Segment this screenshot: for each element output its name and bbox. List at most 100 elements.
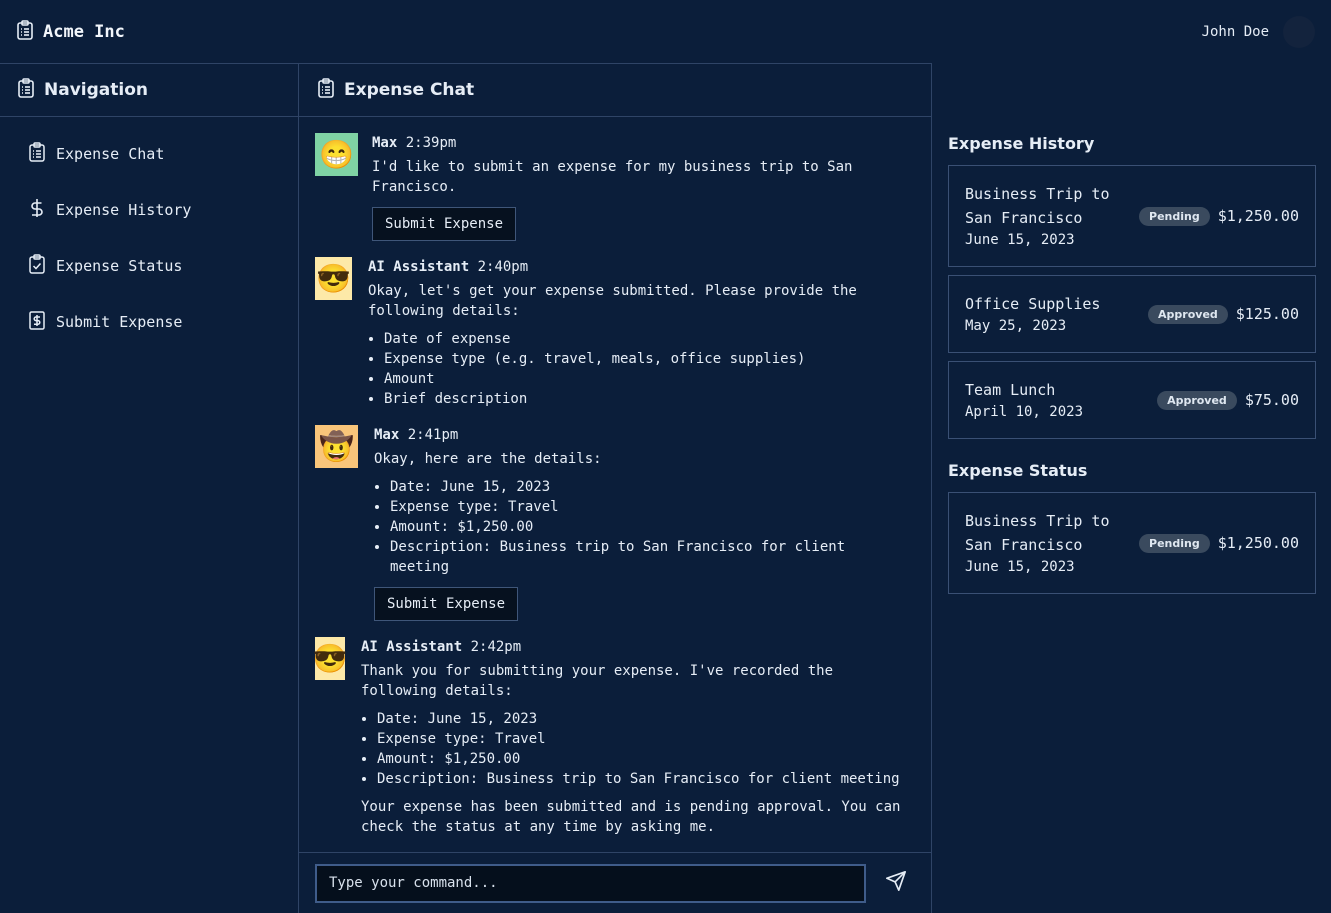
message-body: AI Assistant 2:42pm Thank you for submit… xyxy=(361,637,916,837)
card-info: Business Trip to San Francisco June 15, … xyxy=(965,182,1130,250)
message-list-items: Date: June 15, 2023 Expense type: Travel… xyxy=(377,709,916,789)
expense-card[interactable]: Office Supplies May 25, 2023 Approved $1… xyxy=(948,275,1316,353)
message-author: AI Assistant xyxy=(368,259,470,275)
list-item: Expense type (e.g. travel, meals, office… xyxy=(384,349,915,369)
message-body: Max 2:41pm Okay, here are the details: D… xyxy=(374,425,915,621)
sidebar-item-label: Expense Status xyxy=(56,256,183,275)
list-item: Brief description xyxy=(384,389,915,409)
card-title: Office Supplies xyxy=(965,295,1101,313)
brand-name: Acme Inc xyxy=(43,21,125,42)
expense-card[interactable]: Team Lunch April 10, 2023 Approved $75.0… xyxy=(948,361,1316,439)
sidebar-item-label: Submit Expense xyxy=(56,312,183,331)
sidebar-item-expense-history[interactable]: Expense History xyxy=(0,191,298,228)
message-list-items: Date of expense Expense type (e.g. trave… xyxy=(384,329,915,409)
clipboard-icon xyxy=(28,141,46,166)
expense-status-title: Expense Status xyxy=(948,461,1088,480)
nav-list: Expense Chat Expense History Expense Sta… xyxy=(0,117,298,340)
send-icon xyxy=(885,870,907,896)
card-amount: $1,250.00 xyxy=(1217,207,1299,225)
chat-panel: Expense Chat 😁 Max 2:39pm I'd like to su… xyxy=(299,63,932,913)
card-title: Business Trip to San Francisco xyxy=(965,512,1110,554)
message-time: 2:40pm xyxy=(477,259,529,275)
sidebar-item-label: Expense History xyxy=(56,200,192,219)
send-button[interactable] xyxy=(884,871,908,895)
card-date: May 25, 2023 xyxy=(965,318,1067,334)
top-bar: Acme Inc John Doe xyxy=(0,0,1331,63)
message-meta: Max 2:39pm xyxy=(372,133,915,153)
card-info: Team Lunch April 10, 2023 xyxy=(965,378,1083,422)
submit-expense-button[interactable]: Submit Expense xyxy=(372,207,517,241)
chat-message: 🤠 Max 2:41pm Okay, here are the details:… xyxy=(315,425,915,621)
message-author: Max xyxy=(374,427,400,443)
message-time: 2:41pm xyxy=(407,427,459,443)
expense-card[interactable]: Business Trip to San Francisco June 15, … xyxy=(948,165,1316,267)
card-amount: $75.00 xyxy=(1244,391,1299,409)
assistant-avatar: 😎 xyxy=(313,637,347,680)
chat-header: Expense Chat xyxy=(299,64,931,117)
card-right: Pending $1,250.00 xyxy=(1139,533,1299,553)
brand[interactable]: Acme Inc xyxy=(16,19,125,44)
user-menu[interactable]: John Doe xyxy=(1201,15,1315,48)
sidebar-item-label: Expense Chat xyxy=(56,144,165,163)
message-text: Okay, here are the details: xyxy=(374,451,602,467)
clipboard-icon xyxy=(317,78,335,102)
chat-message: 😁 Max 2:39pm I'd like to submit an expen… xyxy=(315,133,915,241)
dollar-icon xyxy=(28,198,46,222)
message-body: AI Assistant 2:40pm Okay, let's get your… xyxy=(368,257,915,409)
message-meta: AI Assistant 2:42pm xyxy=(361,637,916,657)
list-item: Date: June 15, 2023 xyxy=(377,709,916,729)
sidebar-item-expense-chat[interactable]: Expense Chat xyxy=(0,135,298,172)
sidebar-item-submit-expense[interactable]: Submit Expense xyxy=(0,303,298,340)
card-info: Business Trip to San Francisco June 15, … xyxy=(965,509,1130,577)
message-author: AI Assistant xyxy=(361,639,463,655)
message-time: 2:42pm xyxy=(470,639,522,655)
status-card[interactable]: Business Trip to San Francisco June 15, … xyxy=(948,492,1316,594)
status-badge: Pending xyxy=(1139,533,1210,553)
card-title: Business Trip to San Francisco xyxy=(965,185,1110,227)
clipboard-icon xyxy=(17,78,35,102)
list-item: Amount: $1,250.00 xyxy=(377,749,916,769)
message-text: Your expense has been submitted and is p… xyxy=(361,799,901,835)
sidebar-header: Navigation xyxy=(0,64,298,117)
message-body: Max 2:39pm I'd like to submit an expense… xyxy=(372,133,915,241)
right-panel: Expense History Business Trip to San Fra… xyxy=(932,116,1331,913)
card-amount: $1,250.00 xyxy=(1217,534,1299,552)
user-avatar: 🤠 xyxy=(315,425,358,468)
chat-message: 😎 AI Assistant 2:42pm Thank you for subm… xyxy=(313,637,916,837)
avatar[interactable] xyxy=(1283,15,1315,48)
message-text: I'd like to submit an expense for my bus… xyxy=(372,159,853,195)
chat-title: Expense Chat xyxy=(344,80,475,100)
message-meta: AI Assistant 2:40pm xyxy=(368,257,915,277)
clipboard-check-icon xyxy=(28,253,46,278)
command-input[interactable] xyxy=(315,863,866,903)
card-date: June 15, 2023 xyxy=(965,232,1075,248)
status-badge: Approved xyxy=(1148,304,1228,324)
message-meta: Max 2:41pm xyxy=(374,425,915,445)
composer xyxy=(299,852,931,913)
submit-expense-button[interactable]: Submit Expense xyxy=(374,587,519,621)
status-badge: Pending xyxy=(1139,206,1210,226)
card-right: Approved $75.00 xyxy=(1157,390,1299,410)
card-title: Team Lunch xyxy=(965,381,1056,399)
card-amount: $125.00 xyxy=(1235,305,1299,323)
list-item: Date of expense xyxy=(384,329,915,349)
list-item: Amount: $1,250.00 xyxy=(390,517,880,537)
message-text: Okay, let's get your expense submitted. … xyxy=(368,283,857,319)
sidebar: Navigation Expense Chat Expense History … xyxy=(0,63,299,913)
chat-message: 😎 AI Assistant 2:40pm Okay, let's get yo… xyxy=(315,257,915,409)
card-right: Pending $1,250.00 xyxy=(1139,206,1299,226)
message-list-items: Date: June 15, 2023 Expense type: Travel… xyxy=(390,477,880,577)
sidebar-title: Navigation xyxy=(44,80,148,100)
list-item: Expense type: Travel xyxy=(390,497,880,517)
message-time: 2:39pm xyxy=(405,135,457,151)
card-right: Approved $125.00 xyxy=(1148,304,1299,324)
expense-history-title: Expense History xyxy=(948,134,1095,153)
status-badge: Approved xyxy=(1157,390,1237,410)
message-list[interactable]: 😁 Max 2:39pm I'd like to submit an expen… xyxy=(299,117,931,853)
list-item: Description: Business trip to San Franci… xyxy=(377,769,916,789)
user-avatar: 😁 xyxy=(315,133,358,176)
receipt-dollar-icon xyxy=(28,310,46,334)
user-name: John Doe xyxy=(1201,23,1269,40)
sidebar-item-expense-status[interactable]: Expense Status xyxy=(0,247,298,284)
